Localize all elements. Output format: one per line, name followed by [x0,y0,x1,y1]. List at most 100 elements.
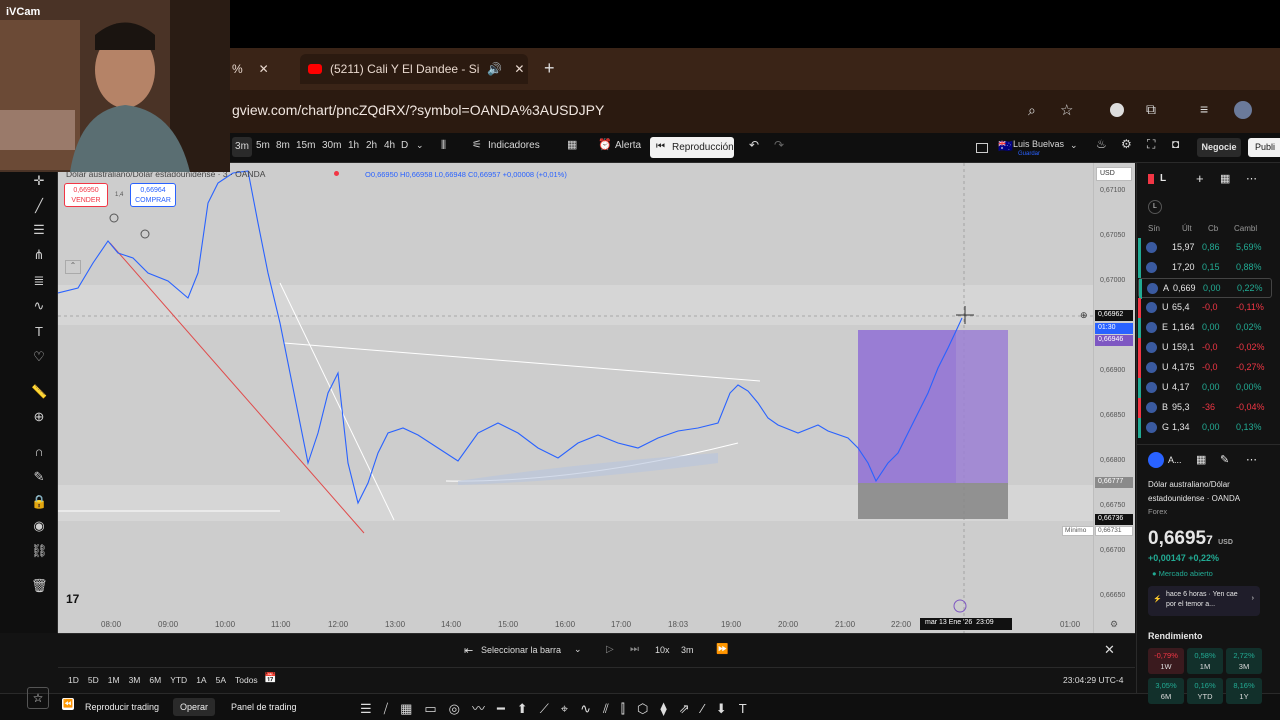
interval-5m[interactable]: 5m [256,140,270,151]
publish-button[interactable]: Publi [1248,138,1280,157]
performance-cell[interactable]: 3,05% 6M [1148,678,1184,704]
header-change[interactable]: Cb [1208,224,1218,233]
link-icon[interactable]: ⛓ [31,543,48,559]
url-input[interactable]: gview.com/chart/pncZQdRX/?symbol=OANDA%3… [232,102,604,118]
period-5d[interactable]: 5D [88,675,99,685]
crosshair-icon[interactable]: ✛ [31,173,47,189]
lock-icon[interactable]: 🔒 [31,494,47,510]
interval-30m[interactable]: 30m [322,140,341,151]
add-symbol-icon[interactable]: + [1196,171,1204,186]
trade-button[interactable]: Negocie [1197,138,1241,157]
text-icon[interactable]: T [31,324,47,340]
jump-to-realtime-icon[interactable]: ⏩ [716,644,728,655]
favorites-star-icon[interactable]: ☆ [27,687,49,709]
performance-cell[interactable]: 8,16% 1Y [1226,678,1262,704]
more-icon[interactable]: ⋯ [1246,172,1257,185]
candles-icon[interactable]: ⫴ [441,138,446,153]
interval-3m[interactable]: 3m [232,137,252,157]
lock-pen-icon[interactable]: ✎ [31,469,47,485]
fire-icon[interactable]: ♨ [1096,137,1107,151]
trendline-icon[interactable]: ╱ [31,198,47,214]
fullscreen-icon[interactable]: ⛶ [1147,137,1155,152]
profile-avatar[interactable] [1234,101,1252,119]
speed-button[interactable]: 10x [655,645,670,655]
tab-youtube[interactable]: (5211) Cali Y El Dandee - Si 🔊 ✕ [300,54,528,84]
list-icon[interactable]: L [1148,200,1162,214]
undo-icon[interactable]: ↶ [749,138,759,152]
zoom-icon[interactable]: ⌕ [1028,102,1036,119]
period-3m[interactable]: 3M [129,675,141,685]
watchlist-row[interactable]: B 95,3 -36 -0,04% [1138,398,1272,418]
drawing-tools-strip[interactable]: ☰⧸▦▭◎〰━⬆⟋⌖∿⫽⫿⬡⧫⇗⁄⬇T [360,698,759,717]
period-1a[interactable]: 1A [196,675,206,685]
operate-button[interactable]: Operar [173,698,215,716]
performance-cell[interactable]: 2,72% 3M [1226,648,1262,674]
add-alert-icon[interactable]: ⊕ [1080,310,1088,321]
media-icon[interactable]: ≡ [1200,101,1208,117]
star-icon[interactable]: ☆ [1060,101,1073,119]
currency-select[interactable]: USD [1096,167,1132,181]
watchlist-row[interactable]: 17,20 0,15 0,88% [1138,258,1272,278]
redo-icon[interactable]: ↷ [774,138,784,152]
brush-icon[interactable]: ∿ [31,298,47,314]
tab-close-icon[interactable]: ✕ [514,62,524,76]
trash-icon[interactable]: 🗑 [31,578,48,594]
replay-trading-tab[interactable]: Reproducir trading [85,702,159,712]
chart-canvas[interactable] [58,163,1093,633]
heart-icon[interactable]: ♡ [31,349,47,365]
date-range-icon[interactable]: 📅 [264,673,276,684]
watchlist-row[interactable]: U 159,1 -0,0 -0,02% [1138,338,1272,358]
select-bar-button[interactable]: Seleccionar la barra [481,645,561,655]
zoom-in-icon[interactable]: ⊕ [31,409,47,425]
clock-timezone[interactable]: 23:04:29 UTC-4 [1063,675,1123,685]
horizontal-lines-icon[interactable]: ☰ [31,222,47,238]
step-forward-icon[interactable]: ⏭ [630,644,639,655]
settings-icon[interactable]: ⚙ [1121,137,1132,151]
axis-settings-icon[interactable]: ⚙ [1110,619,1118,630]
collapse-icon[interactable]: ⌃ [65,260,81,274]
watchlist-row[interactable]: 15,97 0,86 5,69% [1138,238,1272,258]
watchlist-title[interactable]: L [1160,173,1166,184]
interval-4h[interactable]: 4h [384,140,395,151]
watchlist-row[interactable]: U 4,17 0,00 0,00% [1138,378,1272,398]
pitchfork-icon[interactable]: ⋔ [31,247,47,263]
ruler-icon[interactable]: 📏 [31,384,47,400]
header-symbol[interactable]: Sín [1148,224,1160,233]
magnet-icon[interactable]: ∩ [31,444,47,460]
sell-button[interactable]: 0,66950 VENDER [64,183,108,207]
watchlist-row[interactable]: U 65,4 -0,0 -0,11% [1138,298,1272,318]
more-icon[interactable]: ⋯ [1246,453,1257,466]
chevron-down-icon[interactable]: ⌄ [416,140,424,151]
eye-icon[interactable]: ◉ [31,518,47,534]
chevron-down-icon[interactable]: ⌄ [574,644,582,655]
performance-cell[interactable]: -0,79% 1W [1148,648,1184,674]
watchlist-layout-icon[interactable]: ▦ [1220,172,1230,185]
trading-panel-tab[interactable]: Panel de trading [231,702,297,712]
edit-icon[interactable]: ✎ [1220,453,1229,466]
indicators-button[interactable]: Indicadores [488,140,540,151]
interval-15m[interactable]: 15m [296,140,315,151]
camera-icon[interactable]: ◘ [1172,137,1179,151]
watchlist-row[interactable]: E 1,164 0,00 0,02% [1138,318,1272,338]
watchlist-row[interactable]: U 4,175 -0,0 -0,27% [1138,358,1272,378]
header-last[interactable]: Últ [1182,224,1192,233]
replay-interval-button[interactable]: 3m [681,645,694,655]
watchlist-row[interactable]: G 1,34 0,00 0,13% [1138,418,1272,438]
extension-icon[interactable] [1110,103,1124,117]
buy-button[interactable]: 0,66964 COMPRAR [130,183,176,207]
price-chart-svg[interactable] [58,163,1093,633]
period-1d[interactable]: 1D [68,675,79,685]
interval-1h[interactable]: 1h [348,140,359,151]
header-change-pct[interactable]: Cambl [1234,224,1257,233]
close-replay-icon[interactable]: ✕ [1104,642,1115,658]
puzzle-icon[interactable]: ⧉ [1146,101,1156,118]
interval-8m[interactable]: 8m [276,140,290,151]
detail-symbol[interactable]: A... [1168,455,1182,465]
chevron-down-icon[interactable]: ⌄ [1070,140,1078,151]
play-icon[interactable]: ▷ [606,644,614,655]
period-ytd[interactable]: YTD [170,675,187,685]
new-tab-button[interactable]: + [544,58,555,79]
period-6m[interactable]: 6M [149,675,161,685]
period-1m[interactable]: 1M [108,675,120,685]
watchlist-row[interactable]: A 0,669 0,00 0,22% [1138,278,1272,299]
